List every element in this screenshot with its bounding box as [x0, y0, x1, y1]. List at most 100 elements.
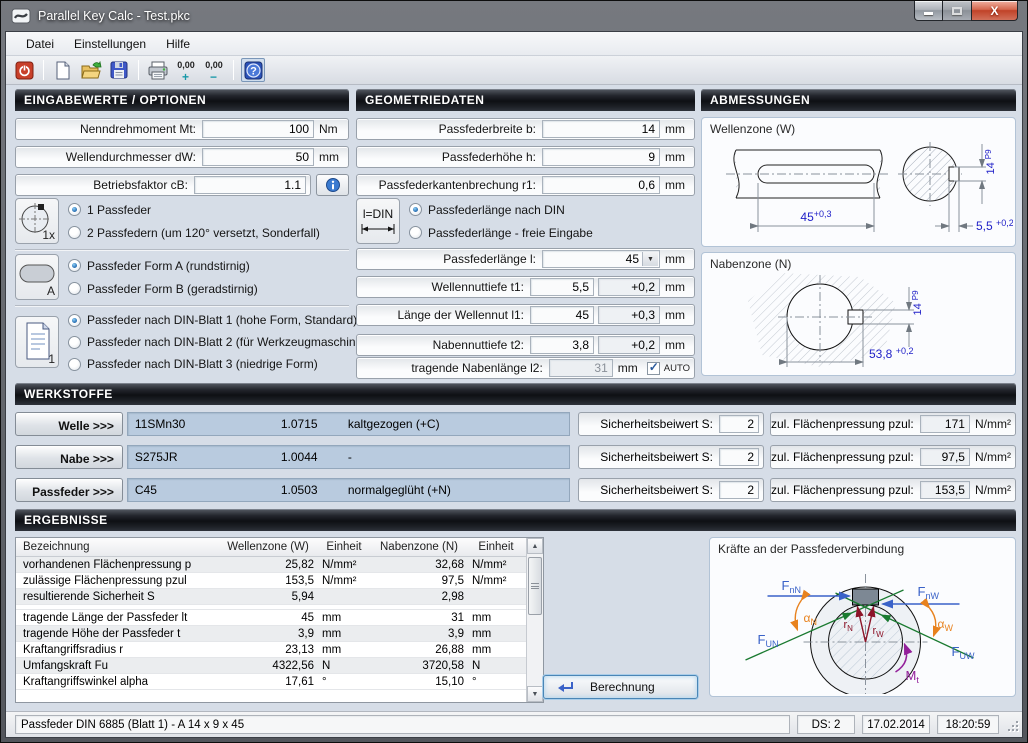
window-title: Parallel Key Calc - Test.pkc [38, 9, 190, 23]
menu-einstellungen[interactable]: Einstellungen [64, 33, 156, 55]
laenge-iconbox: l=DIN [356, 198, 400, 244]
radio-icon [68, 336, 81, 349]
input-row-betriebsfaktor: Betriebsfaktor cB: 1.1 [15, 174, 311, 196]
exit-button[interactable] [12, 58, 36, 82]
welle-material-button[interactable]: Welle >>> [15, 412, 123, 436]
laenge-mode-group: l=DIN Passfederlänge nach DIN [356, 198, 695, 244]
col-einheit-n[interactable]: Einheit [468, 541, 524, 553]
kantenbrechung-label: Passfederkantenbrechung r1: [357, 178, 542, 192]
input-row-wellennutlaenge: Länge der Wellennut l1: 45 +0,3 mm [356, 304, 695, 326]
wellennutlaenge-label: Länge der Wellennut l1: [357, 308, 530, 322]
nabe-s-input[interactable]: 2 [719, 448, 759, 466]
status-date: 17.02.2014 [862, 715, 930, 734]
betriebsfaktor-label: Betriebsfaktor cB: [16, 178, 194, 192]
table-row: zulässige Flächenpressung pzul153,5N/mm²… [16, 573, 526, 589]
scroll-down-icon[interactable]: ▼ [527, 686, 543, 702]
radio-laenge-din[interactable]: Passfederlänge nach DIN [409, 200, 593, 220]
col-nabenzone[interactable]: Nabenzone (N) [370, 541, 468, 553]
wellendurchmesser-unit: mm [314, 150, 344, 164]
anzahl-iconbox: 1x [15, 198, 59, 244]
wellennutlaenge-unit: mm [660, 308, 690, 322]
plus-icon: + [182, 72, 189, 82]
input-row-passfederbreite: Passfederbreite b: 14 mm [356, 118, 695, 140]
scroll-up-icon[interactable]: ▲ [527, 538, 543, 554]
group-separator [15, 305, 349, 307]
power-icon [15, 61, 34, 80]
welle-s-input[interactable]: 2 [719, 415, 759, 433]
col-einheit-w[interactable]: Einheit [318, 541, 370, 553]
status-time: 18:20:59 [937, 715, 999, 734]
wellennuttiefe-input[interactable]: 5,5 [530, 278, 594, 296]
kantenbrechung-input[interactable]: 0,6 [542, 176, 660, 194]
werkstoff-row-welle: Welle >>> 11SMn30 1.0715 kaltgezogen (+C… [15, 412, 1016, 436]
scrollbar-thumb[interactable] [528, 557, 542, 615]
save-button[interactable] [107, 58, 131, 82]
radio-din-blatt-1[interactable]: Passfeder nach DIN-Blatt 1 (hohe Form, S… [68, 310, 373, 330]
wellendurchmesser-input[interactable]: 50 [202, 148, 314, 166]
minimize-button[interactable] [914, 1, 943, 21]
passfederhoehe-input[interactable]: 9 [542, 148, 660, 166]
form-iconbox: A [15, 254, 59, 300]
kantenbrechung-unit: mm [660, 178, 690, 192]
print-button[interactable] [146, 58, 170, 82]
betriebsfaktor-info-button[interactable] [316, 174, 349, 196]
label-fnw: FnW [918, 584, 940, 601]
nabe-material-button[interactable]: Nabe >>> [15, 445, 123, 469]
open-file-button[interactable] [79, 58, 103, 82]
section-header-werkstoffe: WERKSTOFFE [15, 383, 1016, 405]
anzahl-group: 1x 1 Passfeder 2 Passfedern (um 120° ver… [15, 198, 349, 244]
decimals-increase-button[interactable]: 0,00 + [174, 58, 198, 82]
col-bezeichnung[interactable]: Bezeichnung [16, 541, 218, 553]
nenndrehmoment-label: Nenndrehmoment Mt: [16, 122, 202, 136]
radio-1-passfeder[interactable]: 1 Passfeder [68, 200, 320, 220]
radio-form-a[interactable]: Passfeder Form A (rundstirnig) [68, 256, 258, 276]
werkstoff-row-passfeder: Passfeder >>> C45 1.0503 normalgeglüht (… [15, 478, 1016, 502]
radio-form-b[interactable]: Passfeder Form B (geradstirnig) [68, 279, 258, 299]
table-scrollbar[interactable]: ▲ ▼ [526, 538, 543, 702]
maximize-button[interactable] [943, 1, 971, 21]
passfederbreite-input[interactable]: 14 [542, 120, 660, 138]
nabenzone-drawing: 14 P9 53,8 +0,2 [702, 271, 1013, 371]
passfeder-sicherheitsbeiwert: Sicherheitsbeiwert S: 2 [578, 478, 764, 502]
label-fuw: FUW [952, 644, 975, 661]
wellennutlaenge-input[interactable]: 45 [530, 306, 594, 324]
title-bar[interactable]: Parallel Key Calc - Test.pkc X [1, 1, 1027, 31]
forces-diagram-box: Kräfte an der Passfederverbindung [709, 537, 1016, 697]
berechnung-button[interactable]: Berechnung [543, 675, 698, 699]
resize-grip[interactable] [1006, 719, 1018, 731]
chevron-down-icon[interactable]: ▼ [642, 252, 658, 266]
decimals-decrease-button[interactable]: 0,00 − [202, 58, 226, 82]
help-button[interactable]: ? [241, 58, 265, 82]
dim-nutbreite-nabe: 14 [912, 300, 924, 315]
close-button[interactable]: X [971, 1, 1018, 21]
passfeder-s-input[interactable]: 2 [719, 481, 759, 499]
table-row: Kraftangriffsradius r23,13mm26,88mm [16, 642, 526, 658]
radio-din-blatt-2[interactable]: Passfeder nach DIN-Blatt 2 (für Werkzeug… [68, 332, 373, 352]
table-row: tragende Länge der Passfeder lt45mm31mm [16, 610, 526, 626]
blatt-group: 1 Passfeder nach DIN-Blatt 1 (hohe Form,… [15, 309, 349, 375]
blatt-iconbox: 1 [15, 316, 59, 368]
auto-label: AUTO [660, 363, 690, 374]
passfederlaenge-dropdown[interactable]: 45 ▼ [542, 250, 660, 268]
wellenzone-title: Wellenzone (W) [702, 118, 1015, 136]
wellendurchmesser-label: Wellendurchmesser dW: [16, 150, 202, 164]
nabennuttiefe-unit: mm [660, 338, 690, 352]
menu-datei[interactable]: Datei [16, 33, 64, 55]
wellennutlaenge-tolerance: +0,3 [598, 306, 660, 324]
menu-hilfe[interactable]: Hilfe [156, 33, 200, 55]
passfeder-pzul: zul. Flächenpressung pzul: 153,5 N/mm² [770, 478, 1016, 502]
minimize-icon [924, 12, 933, 15]
nabennuttiefe-input[interactable]: 3,8 [530, 336, 594, 354]
new-file-button[interactable] [51, 58, 75, 82]
input-row-wellendurchmesser: Wellendurchmesser dW: 50 mm [15, 146, 349, 168]
radio-laenge-frei[interactable]: Passfederlänge - freie Eingabe [409, 223, 593, 243]
input-row-nabennuttiefe: Nabennuttiefe t2: 3,8 +0,2 mm [356, 334, 695, 356]
col-wellenzone[interactable]: Wellenzone (W) [218, 541, 318, 553]
auto-checkbox[interactable] [647, 362, 660, 375]
passfeder-material-button[interactable]: Passfeder >>> [15, 478, 123, 502]
input-row-nenndrehmoment: Nenndrehmoment Mt: 100 Nm [15, 118, 349, 140]
nenndrehmoment-input[interactable]: 100 [202, 120, 314, 138]
radio-2-passfedern[interactable]: 2 Passfedern (um 120° versetzt, Sonderfa… [68, 223, 320, 243]
betriebsfaktor-input[interactable]: 1.1 [194, 176, 306, 194]
radio-din-blatt-3[interactable]: Passfeder nach DIN-Blatt 3 (niedrige For… [68, 354, 373, 374]
